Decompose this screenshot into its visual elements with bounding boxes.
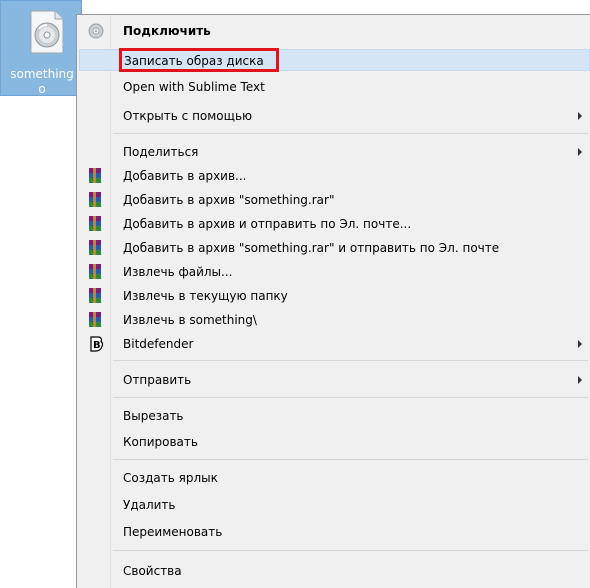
submenu-arrow-icon [578, 112, 582, 120]
annotation-highlight-box [119, 48, 279, 72]
menu-item-extract-here[interactable]: Извлечь в текущую папку [79, 285, 590, 307]
disc-mount-icon [88, 23, 104, 39]
menu-item-delete[interactable]: Удалить [79, 494, 590, 516]
winrar-icon [89, 168, 101, 183]
disc-image-file-icon [30, 10, 64, 54]
submenu-arrow-icon [578, 376, 582, 384]
menu-separator [113, 397, 588, 398]
menu-item-add-to-archive[interactable]: Добавить в архив... [79, 165, 590, 187]
menu-item-share[interactable]: Поделиться [79, 141, 590, 163]
menu-separator [113, 360, 588, 361]
menu-item-rename[interactable]: Переименовать [79, 521, 590, 543]
menu-item-label: Добавить в архив "something.rar" и отпра… [123, 241, 500, 255]
menu-item-label: Извлечь в текущую папку [123, 289, 288, 303]
file-name-line-2: o [38, 82, 46, 96]
menu-item-label: Удалить [123, 498, 176, 512]
menu-item-open-with[interactable]: Открыть с помощью [79, 105, 590, 127]
winrar-icon [89, 240, 101, 255]
menu-item-label: Поделиться [123, 145, 199, 159]
winrar-icon [89, 312, 101, 327]
menu-separator [113, 133, 588, 134]
menu-item-extract-files[interactable]: Извлечь файлы... [79, 261, 590, 283]
menu-item-add-rar-and-email[interactable]: Добавить в архив "something.rar" и отпра… [79, 237, 590, 259]
menu-item-label: Отправить [123, 373, 192, 387]
menu-separator [113, 459, 588, 460]
menu-item-add-to-something-rar[interactable]: Добавить в архив "something.rar" [79, 189, 590, 211]
winrar-icon [89, 216, 101, 231]
menu-item-create-shortcut[interactable]: Создать ярлык [79, 467, 590, 489]
menu-item-label: Добавить в архив... [123, 169, 247, 183]
menu-item-label: Вырезать [123, 409, 184, 423]
menu-item-burn-disc-image[interactable]: Записать образ диска [79, 48, 590, 72]
winrar-icon [89, 264, 101, 279]
desktop-file-something[interactable]: something o [0, 0, 82, 96]
menu-item-bitdefender[interactable]: B Bitdefender [79, 333, 590, 355]
menu-item-properties[interactable]: Свойства [79, 560, 590, 582]
menu-item-label: Создать ярлык [123, 471, 218, 485]
menu-item-label: Open with Sublime Text [123, 80, 265, 94]
context-menu: Подключить Записать образ диска Open wit… [76, 14, 590, 588]
menu-item-label: Копировать [123, 435, 198, 449]
menu-item-label: Извлечь в something\ [123, 313, 257, 327]
svg-text:B: B [93, 340, 101, 351]
desktop: something o Подключить Записать образ ди… [0, 0, 590, 588]
file-name-line-1: something [10, 67, 74, 81]
bitdefender-icon: B [90, 336, 104, 352]
menu-item-label: Открыть с помощью [123, 109, 253, 123]
menu-item-add-and-email[interactable]: Добавить в архив и отправить по Эл. почт… [79, 213, 590, 235]
winrar-icon [89, 192, 101, 207]
submenu-arrow-icon [578, 148, 582, 156]
menu-item-open-with-sublime[interactable]: Open with Sublime Text [79, 76, 590, 98]
submenu-arrow-icon [578, 340, 582, 348]
menu-item-label: Переименовать [123, 525, 223, 539]
menu-separator [113, 550, 588, 551]
menu-item-mount[interactable]: Подключить [79, 20, 590, 42]
winrar-icon [89, 288, 101, 303]
menu-item-copy[interactable]: Копировать [79, 431, 590, 453]
menu-item-cut[interactable]: Вырезать [79, 405, 590, 427]
menu-item-label: Подключить [123, 24, 211, 38]
menu-item-label: Bitdefender [123, 337, 194, 351]
menu-item-send-to[interactable]: Отправить [79, 369, 590, 391]
menu-item-extract-to-something[interactable]: Извлечь в something\ [79, 309, 590, 331]
menu-item-label: Добавить в архив "something.rar" [123, 193, 335, 207]
menu-item-label: Свойства [123, 564, 182, 578]
desktop-file-label: something o [1, 67, 83, 97]
menu-item-label: Добавить в архив и отправить по Эл. почт… [123, 217, 412, 231]
menu-item-label: Извлечь файлы... [123, 265, 233, 279]
